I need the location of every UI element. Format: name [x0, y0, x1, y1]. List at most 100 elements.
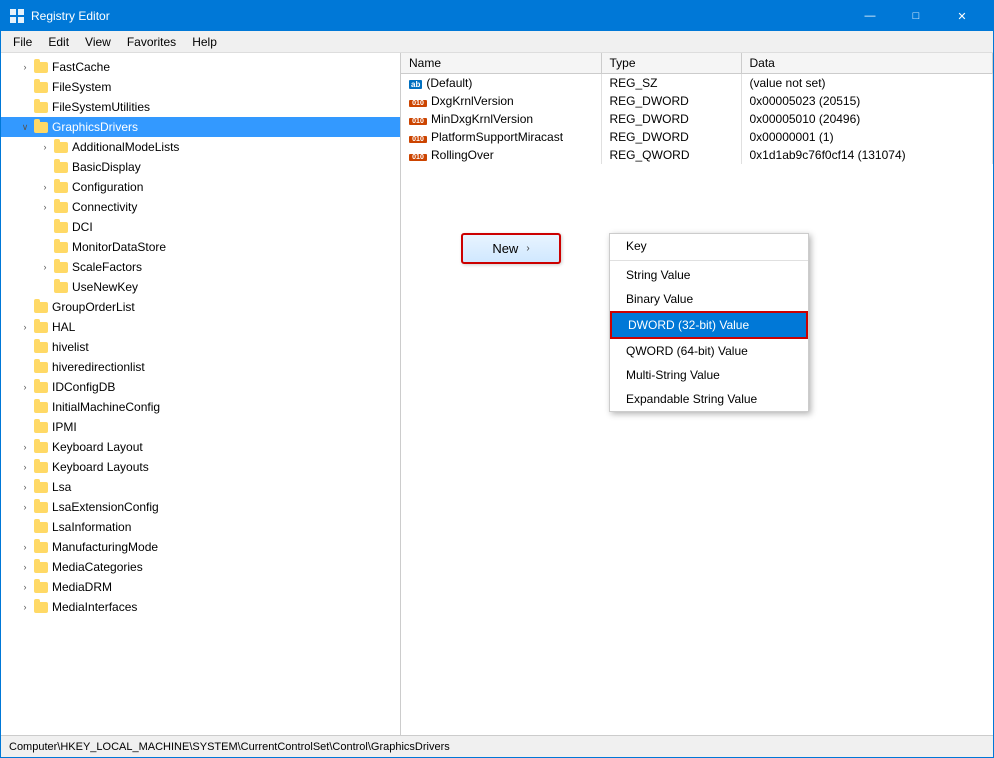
tree-item[interactable]: hiveredirectionlist — [1, 357, 400, 377]
tree-toggle: › — [37, 199, 53, 215]
folder-icon — [53, 219, 69, 235]
tree-item[interactable]: MonitorDataStore — [1, 237, 400, 257]
row-type: REG_SZ — [601, 74, 741, 93]
tree-item[interactable]: DCI — [1, 217, 400, 237]
tree-label: GraphicsDrivers — [52, 120, 138, 134]
tree-item[interactable]: hivelist — [1, 337, 400, 357]
tree-item[interactable]: FileSystemUtilities — [1, 97, 400, 117]
tree-item[interactable]: › AdditionalModeLists — [1, 137, 400, 157]
tree-item[interactable]: › HAL — [1, 317, 400, 337]
tree-toggle — [17, 399, 33, 415]
tree-item[interactable]: › LsaExtensionConfig — [1, 497, 400, 517]
ctx-item-dword[interactable]: DWORD (32-bit) Value — [610, 311, 808, 339]
row-data: 0x00005010 (20496) — [741, 110, 993, 128]
right-pane: Name Type Data ab(Default) REG_SZ (value… — [401, 53, 993, 735]
context-menu-overlay: New › Key String Value Binary Value DWOR… — [461, 233, 561, 264]
tree-pane[interactable]: › FastCache FileSystem FileSystemUtiliti… — [1, 53, 401, 735]
tree-item[interactable]: › Keyboard Layout — [1, 437, 400, 457]
row-type: REG_DWORD — [601, 92, 741, 110]
dword-icon: 010 — [409, 136, 427, 143]
column-type[interactable]: Type — [601, 53, 741, 74]
ctx-item-string[interactable]: String Value — [610, 263, 808, 287]
table-row[interactable]: 010DxgKrnlVersion REG_DWORD 0x00005023 (… — [401, 92, 993, 110]
row-name: 010RollingOver — [401, 146, 601, 164]
tree-label: MonitorDataStore — [72, 240, 166, 254]
row-data: 0x00005023 (20515) — [741, 92, 993, 110]
folder-icon — [53, 139, 69, 155]
minimize-button[interactable]: — — [847, 1, 893, 31]
menu-view[interactable]: View — [77, 33, 119, 51]
menu-edit[interactable]: Edit — [40, 33, 77, 51]
tree-label: FastCache — [52, 60, 110, 74]
tree-label: IDConfigDB — [52, 380, 115, 394]
tree-item[interactable]: › MediaInterfaces — [1, 597, 400, 617]
table-row[interactable]: 010MinDxgKrnlVersion REG_DWORD 0x0000501… — [401, 110, 993, 128]
menu-bar: File Edit View Favorites Help — [1, 31, 993, 53]
ctx-item-multi-string[interactable]: Multi-String Value — [610, 363, 808, 387]
maximize-button[interactable]: □ — [893, 1, 939, 31]
tree-item[interactable]: › Lsa — [1, 477, 400, 497]
table-row[interactable]: 010RollingOver REG_QWORD 0x1d1ab9c76f0cf… — [401, 146, 993, 164]
tree-item[interactable]: › IDConfigDB — [1, 377, 400, 397]
dword-icon: 010 — [409, 118, 427, 125]
folder-icon — [53, 179, 69, 195]
tree-item[interactable]: › MediaDRM — [1, 577, 400, 597]
new-button[interactable]: New › — [461, 233, 561, 264]
tree-item[interactable]: BasicDisplay — [1, 157, 400, 177]
tree-item[interactable]: › ManufacturingMode — [1, 537, 400, 557]
row-data: (value not set) — [741, 74, 993, 93]
tree-toggle: ∨ — [17, 119, 33, 135]
tree-item[interactable]: LsaInformation — [1, 517, 400, 537]
tree-item[interactable]: › Connectivity — [1, 197, 400, 217]
tree-label: ManufacturingMode — [52, 540, 158, 554]
tree-item[interactable]: UseNewKey — [1, 277, 400, 297]
close-button[interactable]: ✕ — [939, 1, 985, 31]
tree-item[interactable]: › Configuration — [1, 177, 400, 197]
ctx-item-expandable[interactable]: Expandable String Value — [610, 387, 808, 411]
menu-help[interactable]: Help — [184, 33, 225, 51]
folder-icon — [33, 559, 49, 575]
tree-item[interactable]: › Keyboard Layouts — [1, 457, 400, 477]
menu-favorites[interactable]: Favorites — [119, 33, 184, 51]
tree-label: FileSystemUtilities — [52, 100, 150, 114]
table-row[interactable]: ab(Default) REG_SZ (value not set) — [401, 74, 993, 93]
folder-icon — [33, 599, 49, 615]
tree-item-graphics-drivers[interactable]: ∨ GraphicsDrivers — [1, 117, 400, 137]
ctx-item-qword[interactable]: QWORD (64-bit) Value — [610, 339, 808, 363]
tree-item[interactable]: › MediaCategories — [1, 557, 400, 577]
folder-icon — [53, 259, 69, 275]
ctx-item-key[interactable]: Key — [610, 234, 808, 258]
tree-toggle: › — [37, 179, 53, 195]
column-data[interactable]: Data — [741, 53, 993, 74]
tree-item[interactable]: InitialMachineConfig — [1, 397, 400, 417]
tree-item[interactable]: FileSystem — [1, 77, 400, 97]
tree-toggle: › — [37, 139, 53, 155]
context-submenu: Key String Value Binary Value DWORD (32-… — [609, 233, 809, 412]
column-name[interactable]: Name — [401, 53, 601, 74]
tree-toggle: › — [17, 579, 33, 595]
folder-icon — [53, 279, 69, 295]
tree-toggle: › — [17, 459, 33, 475]
tree-label: MediaDRM — [52, 580, 112, 594]
row-data: 0x1d1ab9c76f0cf14 (131074) — [741, 146, 993, 164]
tree-label: GroupOrderList — [52, 300, 135, 314]
tree-label: Lsa — [52, 480, 71, 494]
tree-toggle: › — [17, 559, 33, 575]
ctx-item-binary[interactable]: Binary Value — [610, 287, 808, 311]
tree-item[interactable]: › ScaleFactors — [1, 257, 400, 277]
row-name: 010PlatformSupportMiracast — [401, 128, 601, 146]
table-row[interactable]: 010PlatformSupportMiracast REG_DWORD 0x0… — [401, 128, 993, 146]
folder-icon — [33, 359, 49, 375]
window-controls: — □ ✕ — [847, 1, 985, 31]
tree-label: Keyboard Layout — [52, 440, 143, 454]
folder-icon — [33, 439, 49, 455]
folder-icon — [33, 539, 49, 555]
tree-item[interactable]: › FastCache — [1, 57, 400, 77]
menu-file[interactable]: File — [5, 33, 40, 51]
tree-item[interactable]: IPMI — [1, 417, 400, 437]
row-type: REG_QWORD — [601, 146, 741, 164]
folder-icon — [33, 319, 49, 335]
main-content: › FastCache FileSystem FileSystemUtiliti… — [1, 53, 993, 735]
ab-icon: ab — [409, 80, 422, 89]
tree-item[interactable]: GroupOrderList — [1, 297, 400, 317]
